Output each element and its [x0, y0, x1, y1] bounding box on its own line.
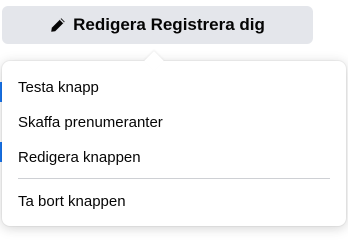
menu-item-label: Redigera knappen — [18, 148, 141, 166]
menu-item-label: Skaffa prenumeranter — [18, 113, 163, 131]
button-options-menu: Testa knapp Skaffa prenumeranter Rediger… — [2, 51, 346, 226]
menu-divider — [18, 178, 330, 179]
pencil-icon — [50, 17, 66, 33]
edit-cta-button[interactable]: Redigera Registrera dig — [2, 6, 313, 44]
menu-item-label: Testa knapp — [18, 78, 99, 96]
menu-caret — [144, 51, 164, 71]
menu-item-get-subscribers[interactable]: Skaffa prenumeranter — [8, 105, 340, 139]
menu-item-test-button[interactable]: Testa knapp — [8, 70, 340, 104]
menu-item-edit-button[interactable]: Redigera knappen — [8, 140, 340, 174]
menu-item-label: Ta bort knappen — [18, 192, 126, 210]
edit-cta-button-label: Redigera Registrera dig — [73, 15, 265, 34]
menu-item-delete-button[interactable]: Ta bort knappen — [8, 184, 340, 218]
